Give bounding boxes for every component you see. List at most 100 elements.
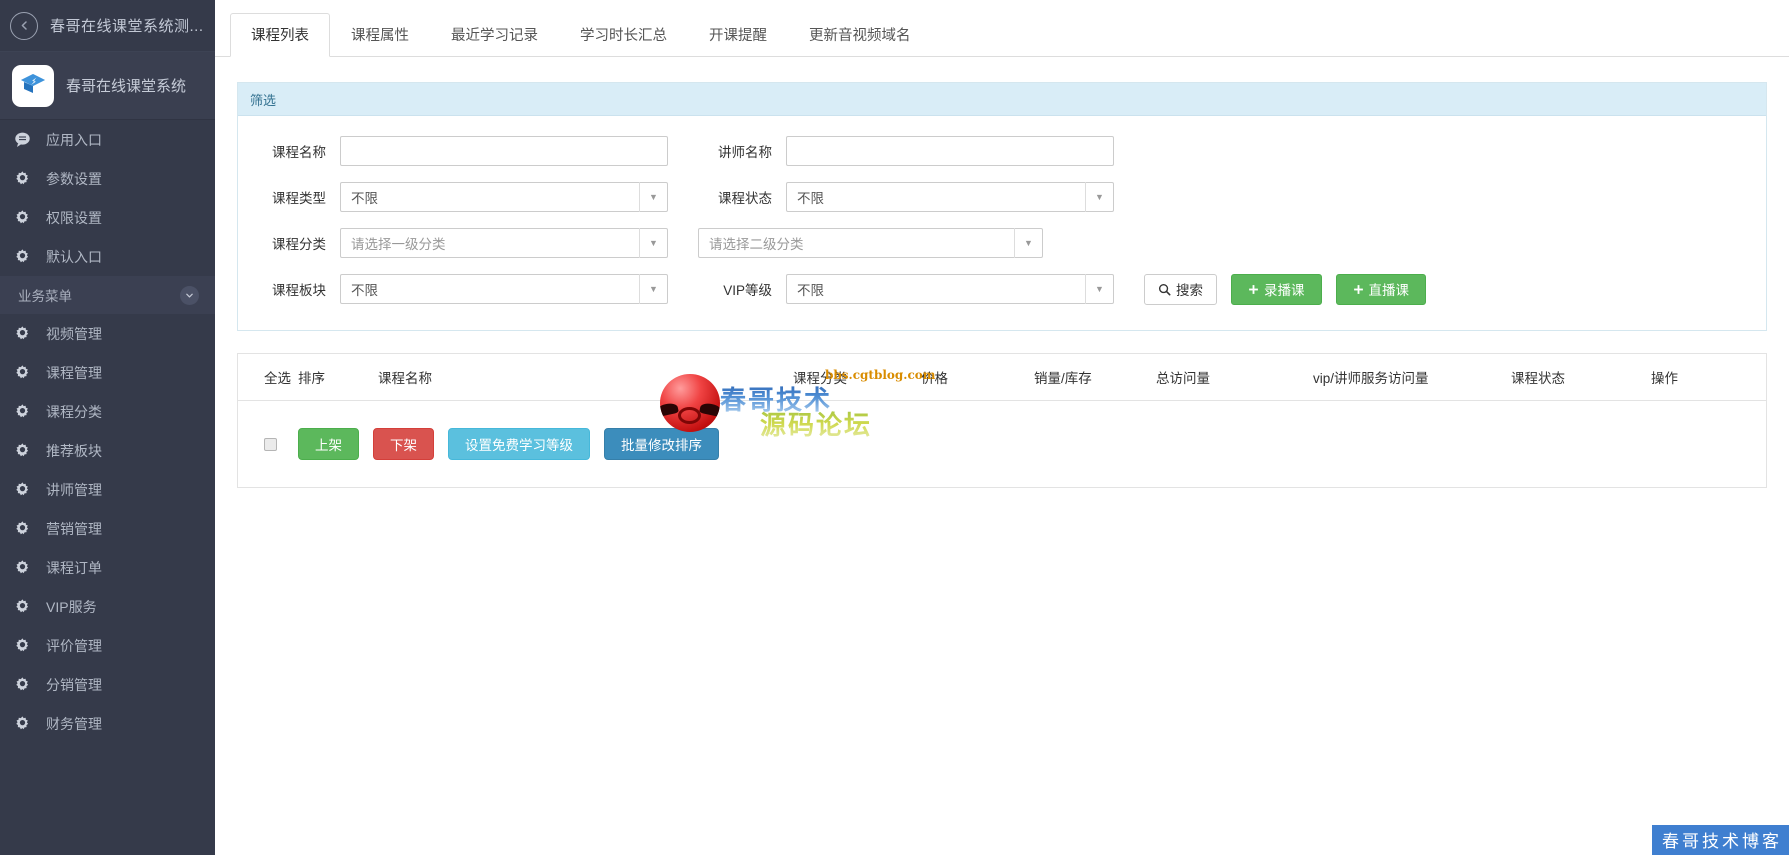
sidebar-item-app-entry[interactable]: 应用入口: [0, 120, 215, 159]
sidebar-item-biz-2[interactable]: 课程分类: [0, 392, 215, 431]
column-course-category: 课程分类: [793, 371, 847, 386]
app-root: 春哥在线课堂系统测... 春哥在线课堂系统 应用入口 参数设置 权限设置 默认入…: [0, 0, 1789, 855]
teacher-name-input[interactable]: [786, 136, 1114, 166]
chevron-down-icon[interactable]: ▼: [639, 182, 667, 212]
sidebar-item-label: 讲师管理: [46, 481, 102, 498]
category-level1-value: 请选择一级分类: [351, 237, 446, 252]
column-sort: 排序: [298, 371, 325, 386]
filter-panel: 筛选 课程名称 讲师名称 课程类型 不限 ▼ 课程状态 不限 ▼ 课程分类 请选…: [237, 82, 1767, 331]
category-level1-select[interactable]: 请选择一级分类 ▼: [340, 228, 668, 258]
sidebar-brand[interactable]: 春哥在线课堂系统: [0, 52, 215, 120]
sidebar-item-label: 默认入口: [46, 248, 102, 265]
table-header-row: 全选 排序 课程名称 课程分类 价格 销量/库存 总访问量 vip/讲师服务访问…: [238, 354, 1766, 401]
chevron-down-icon[interactable]: ▼: [1014, 228, 1042, 258]
sidebar-item-biz-9[interactable]: 分销管理: [0, 665, 215, 704]
tab-study-duration-summary[interactable]: 学习时长汇总: [559, 13, 688, 57]
sidebar-item-biz-4[interactable]: 讲师管理: [0, 470, 215, 509]
column-sales-stock: 销量/库存: [1034, 371, 1092, 386]
chevron-down-icon[interactable]: ▼: [1085, 274, 1113, 304]
gear-icon: [14, 325, 40, 342]
chevron-down-icon[interactable]: ▼: [639, 274, 667, 304]
filter-field-category-level2: 请选择二级分类 ▼: [698, 228, 1043, 258]
sidebar-item-biz-3[interactable]: 推荐板块: [0, 431, 215, 470]
filter-field-course-type: 课程类型 不限 ▼: [248, 182, 668, 212]
tab-course-list[interactable]: 课程列表: [230, 13, 330, 57]
sidebar-item-permission-settings[interactable]: 权限设置: [0, 198, 215, 237]
sidebar-item-biz-8[interactable]: 评价管理: [0, 626, 215, 665]
tab-update-av-domain[interactable]: 更新音视频域名: [788, 13, 932, 57]
filter-panel-title: 筛选: [250, 92, 277, 108]
batch-edit-sort-button[interactable]: 批量修改排序: [604, 428, 719, 460]
course-status-label: 课程状态: [718, 191, 772, 206]
sidebar-item-label: 参数设置: [46, 170, 102, 187]
course-category-label: 课程分类: [272, 237, 326, 252]
sidebar-item-label: 财务管理: [46, 715, 102, 732]
sidebar-item-default-entry[interactable]: 默认入口: [0, 237, 215, 276]
course-type-value: 不限: [351, 191, 378, 206]
sidebar-header: 春哥在线课堂系统测...: [0, 0, 215, 52]
sidebar-item-label: 营销管理: [46, 520, 102, 537]
column-price: 价格: [921, 371, 948, 386]
tab-recent-study-records[interactable]: 最近学习记录: [430, 13, 559, 57]
column-total-visits: 总访问量: [1156, 371, 1210, 386]
add-live-course-button[interactable]: 直播课: [1335, 273, 1426, 305]
course-type-select[interactable]: 不限 ▼: [340, 182, 668, 212]
category-level2-value: 请选择二级分类: [709, 237, 804, 252]
tab-course-attributes[interactable]: 课程属性: [330, 13, 430, 57]
brand-logo: [12, 64, 54, 107]
vip-level-label: VIP等级: [723, 283, 772, 298]
sidebar-section-business-menu[interactable]: 业务菜单: [0, 276, 215, 314]
add-recorded-course-label: 录播课: [1264, 283, 1305, 298]
filter-field-category-level1: 课程分类 请选择一级分类 ▼: [248, 228, 668, 258]
chevron-down-icon[interactable]: ▼: [639, 228, 667, 258]
course-status-select[interactable]: 不限 ▼: [786, 182, 1114, 212]
sidebar-item-biz-10[interactable]: 财务管理: [0, 704, 215, 743]
sidebar-section-label: 业务菜单: [18, 289, 72, 304]
sidebar-item-biz-6[interactable]: 课程订单: [0, 548, 215, 587]
main-content: 课程列表 课程属性 最近学习记录 学习时长汇总 开课提醒 更新音视频域名 筛选 …: [215, 0, 1789, 855]
gear-icon: [14, 403, 40, 420]
course-block-value: 不限: [351, 283, 378, 298]
gear-icon: [14, 520, 40, 537]
plus-icon: [1353, 284, 1364, 295]
unpublish-button[interactable]: 下架: [373, 428, 434, 460]
table-actions-row: 上架 下架 设置免费学习等级 批量修改排序: [238, 401, 1766, 487]
course-name-input[interactable]: [340, 136, 668, 166]
set-free-study-level-button[interactable]: 设置免费学习等级: [448, 428, 590, 460]
category-level2-select[interactable]: 请选择二级分类 ▼: [698, 228, 1043, 258]
filter-panel-body: 课程名称 讲师名称 课程类型 不限 ▼ 课程状态 不限 ▼ 课程分类 请选择一级…: [238, 116, 1766, 330]
search-button[interactable]: 搜索: [1144, 273, 1217, 305]
gear-icon: [14, 248, 40, 265]
gear-icon: [14, 442, 40, 459]
course-status-value: 不限: [797, 191, 824, 206]
publish-button[interactable]: 上架: [298, 428, 359, 460]
vip-level-value: 不限: [797, 283, 824, 298]
back-button[interactable]: [10, 11, 38, 40]
brand-name: 春哥在线课堂系统: [66, 78, 187, 95]
select-all-checkbox[interactable]: [264, 437, 277, 451]
filter-row-category: 课程分类 请选择一级分类 ▼ 请选择二级分类 ▼: [238, 220, 1766, 266]
tab-bar: 课程列表 课程属性 最近学习记录 学习时长汇总 开课提醒 更新音视频域名: [215, 0, 1789, 57]
sidebar-item-biz-1[interactable]: 课程管理: [0, 353, 215, 392]
vip-level-select[interactable]: 不限 ▼: [786, 274, 1114, 304]
gear-icon: [14, 715, 40, 732]
sidebar-item-biz-5[interactable]: 营销管理: [0, 509, 215, 548]
filter-row-type-status: 课程类型 不限 ▼ 课程状态 不限 ▼: [238, 174, 1766, 220]
sidebar-item-label: 课程订单: [46, 559, 102, 576]
course-block-select[interactable]: 不限 ▼: [340, 274, 668, 304]
sidebar-item-label: VIP服务: [46, 598, 97, 615]
course-type-label: 课程类型: [272, 191, 326, 206]
chevron-left-icon: [19, 20, 30, 31]
sidebar-item-biz-0[interactable]: 视频管理: [0, 314, 215, 353]
sidebar-item-biz-7[interactable]: VIP服务: [0, 587, 215, 626]
course-name-label: 课程名称: [272, 145, 326, 160]
sidebar-item-label: 课程管理: [46, 364, 102, 381]
chevron-down-icon[interactable]: ▼: [1085, 182, 1113, 212]
corner-badge: 春哥技术博客: [1652, 825, 1789, 855]
tab-class-reminder[interactable]: 开课提醒: [688, 13, 788, 57]
filter-field-course-name: 课程名称: [248, 136, 668, 166]
sidebar-item-param-settings[interactable]: 参数设置: [0, 159, 215, 198]
filter-field-course-status: 课程状态 不限 ▼: [694, 182, 1114, 212]
add-recorded-course-button[interactable]: 录播课: [1231, 273, 1322, 305]
chevron-down-icon[interactable]: [180, 285, 199, 305]
